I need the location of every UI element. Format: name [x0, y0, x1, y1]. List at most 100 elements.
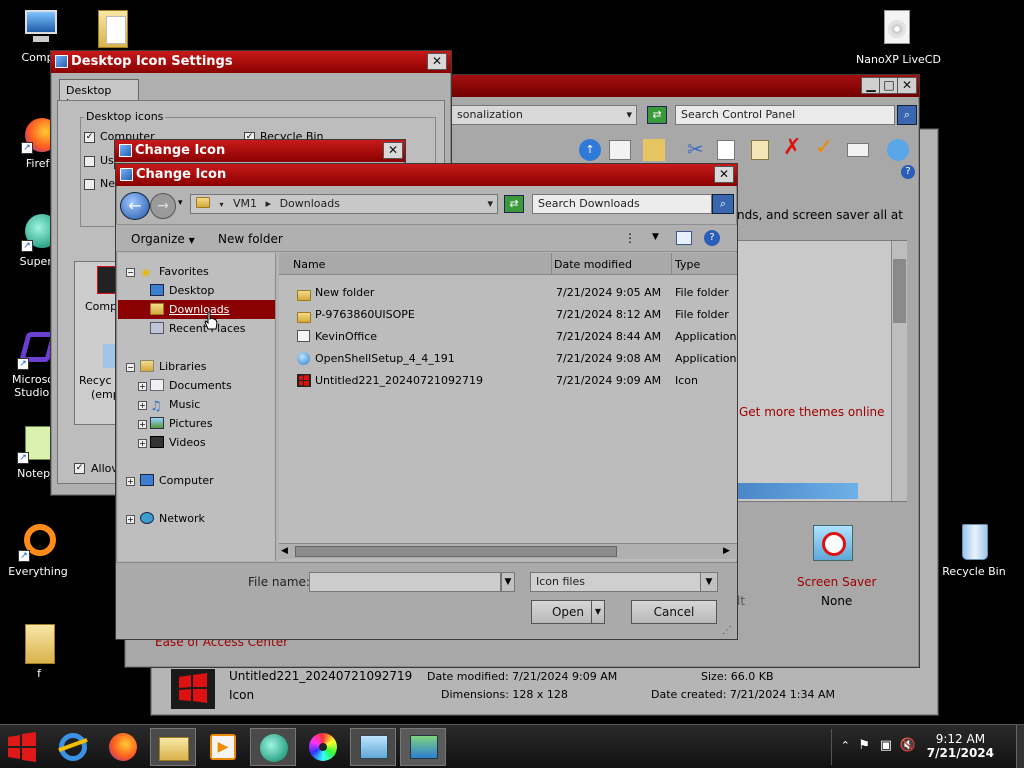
screen-saver-icon[interactable]: [813, 525, 853, 561]
paste-icon[interactable]: [751, 140, 769, 160]
network-tray-icon[interactable]: ▣: [880, 738, 892, 753]
expand-icon[interactable]: +: [138, 382, 147, 391]
desktop-icon-nanoxp[interactable]: NanoXP LiveCD: [856, 10, 941, 66]
scroll-left-icon[interactable]: ◀: [281, 546, 288, 556]
close-button[interactable]: ✕: [714, 166, 734, 183]
search-downloads-input[interactable]: Search Downloads: [532, 194, 712, 214]
copy-icon[interactable]: [717, 140, 735, 160]
volume-muted-icon[interactable]: 🔇: [900, 738, 916, 753]
themes-list[interactable]: [737, 240, 907, 502]
breadcrumb-downloads[interactable]: Downloads: [280, 197, 340, 210]
file-name-input[interactable]: [309, 572, 501, 592]
new-folder-button[interactable]: New folder: [218, 232, 283, 246]
tree-videos[interactable]: Videos: [150, 436, 206, 449]
flag-icon[interactable]: ⚑: [858, 738, 870, 753]
chevron-down-icon[interactable]: ▾: [626, 106, 632, 124]
search-icon[interactable]: ⌕: [712, 194, 734, 214]
up-icon[interactable]: ↑: [579, 139, 601, 161]
organize-button[interactable]: Organize ▼: [131, 232, 195, 246]
refresh-icon[interactable]: ⇄: [647, 106, 667, 124]
tree-desktop[interactable]: Desktop: [150, 284, 214, 297]
expand-icon[interactable]: +: [126, 477, 135, 486]
check-icon[interactable]: ✓: [815, 135, 833, 160]
firefox-taskbar-icon[interactable]: [100, 728, 146, 766]
tree-recent-places[interactable]: Recent Places: [150, 322, 246, 335]
tree-network[interactable]: Network: [140, 512, 205, 525]
internet-explorer-icon[interactable]: [50, 728, 96, 766]
cut-icon[interactable]: ✂: [687, 137, 704, 161]
scroll-right-icon[interactable]: ▶: [723, 546, 730, 556]
show-hidden-icons[interactable]: ⌃: [841, 739, 850, 752]
scrollbar-thumb[interactable]: [295, 546, 617, 557]
chevron-down-icon[interactable]: ▾: [178, 198, 183, 208]
back-button[interactable]: ←: [120, 192, 150, 220]
column-type[interactable]: Type: [675, 258, 700, 271]
control-panel-icon[interactable]: [350, 728, 396, 766]
open-button[interactable]: Open ▼: [531, 600, 605, 624]
cancel-button[interactable]: Cancel: [631, 600, 717, 624]
file-row[interactable]: OpenShellSetup_4_4_191 7/21/2024 9:08 AM…: [279, 348, 737, 370]
forward-button[interactable]: →: [150, 193, 176, 219]
folder-options-icon[interactable]: [643, 139, 665, 161]
network-checkbox[interactable]: [84, 179, 95, 190]
help-icon[interactable]: ?: [704, 230, 720, 246]
file-explorer-icon[interactable]: [150, 728, 196, 766]
clock[interactable]: 9:12 AM 7/21/2024: [927, 732, 994, 760]
resize-grip-icon[interactable]: ⋰: [722, 625, 732, 636]
tree-music[interactable]: ♫ Music: [150, 398, 200, 414]
chevron-down-icon[interactable]: ▼: [652, 232, 659, 242]
refresh-icon[interactable]: ⇄: [504, 195, 524, 213]
close-button[interactable]: ✕: [897, 77, 917, 94]
themes-scrollbar[interactable]: [891, 241, 907, 501]
file-row[interactable]: KevinOffice 7/21/2024 8:44 AM Applicatio…: [279, 326, 737, 348]
tree-documents[interactable]: Documents: [150, 379, 232, 392]
scrollbar-thumb[interactable]: [893, 259, 906, 323]
start-button[interactable]: [4, 729, 40, 765]
tree-libraries[interactable]: Libraries: [140, 360, 207, 373]
desktop-icon-recycle-bin[interactable]: Recycle Bin: [937, 522, 1011, 578]
close-button[interactable]: ✕: [427, 53, 447, 70]
breadcrumb[interactable]: ▾ VM1 ▸ Downloads ▾: [190, 194, 498, 214]
desktop-icon-f[interactable]: f: [2, 624, 76, 680]
pane-icon[interactable]: [609, 140, 631, 160]
file-row[interactable]: P-9763860UISOPE 7/21/2024 8:12 AM File f…: [279, 304, 737, 326]
horizontal-scrollbar[interactable]: ◀ ▶: [279, 543, 737, 559]
collapse-icon[interactable]: −: [126, 268, 135, 277]
allow-themes-checkbox[interactable]: ✓: [74, 463, 85, 474]
expand-icon[interactable]: +: [126, 515, 135, 524]
column-date-modified[interactable]: Date modified: [554, 258, 632, 271]
address-bar[interactable]: sonalization ▾: [451, 105, 637, 125]
file-row[interactable]: New folder 7/21/2024 9:05 AM File folder: [279, 282, 737, 304]
breadcrumb-vm1[interactable]: VM1: [233, 197, 257, 210]
tree-computer[interactable]: Computer: [140, 474, 214, 487]
delete-icon[interactable]: ✗: [783, 135, 801, 160]
question-icon[interactable]: ?: [901, 165, 915, 179]
computer-checkbox[interactable]: ✓: [84, 132, 95, 143]
chevron-down-icon[interactable]: ▼: [700, 572, 718, 592]
expand-icon[interactable]: +: [138, 439, 147, 448]
folder-icon[interactable]: [96, 6, 132, 48]
properties-icon[interactable]: [847, 143, 869, 157]
show-desktop-button[interactable]: [1016, 725, 1024, 768]
supermium-taskbar-icon[interactable]: [250, 728, 296, 766]
disc-icon[interactable]: [300, 728, 346, 766]
file-row[interactable]: Untitled221_20240721092719 7/21/2024 9:0…: [279, 370, 737, 392]
close-button[interactable]: ✕: [383, 142, 403, 159]
column-name[interactable]: Name: [293, 258, 325, 271]
chevron-down-icon[interactable]: ▾: [487, 195, 493, 213]
view-options-icon[interactable]: ⋮: [624, 231, 636, 245]
get-more-themes-link[interactable]: Get more themes online: [739, 405, 885, 419]
file-type-filter[interactable]: Icon files: [530, 572, 718, 592]
search-icon[interactable]: ⌕: [897, 105, 917, 125]
expand-icon[interactable]: +: [138, 401, 147, 410]
tab-desktop-icons[interactable]: Desktop Icons: [59, 79, 139, 110]
user-files-checkbox[interactable]: [84, 156, 95, 167]
media-player-icon[interactable]: ▶: [200, 728, 246, 766]
tree-pictures[interactable]: Pictures: [150, 417, 213, 430]
collapse-icon[interactable]: −: [126, 363, 135, 372]
preview-pane-icon[interactable]: [676, 231, 692, 245]
desktop-icon-everything[interactable]: ↗ Everything: [1, 522, 75, 578]
maximize-button[interactable]: □: [879, 77, 899, 94]
screen-saver-link[interactable]: Screen Saver: [797, 575, 876, 589]
personalization-taskbar-icon[interactable]: [400, 728, 446, 766]
